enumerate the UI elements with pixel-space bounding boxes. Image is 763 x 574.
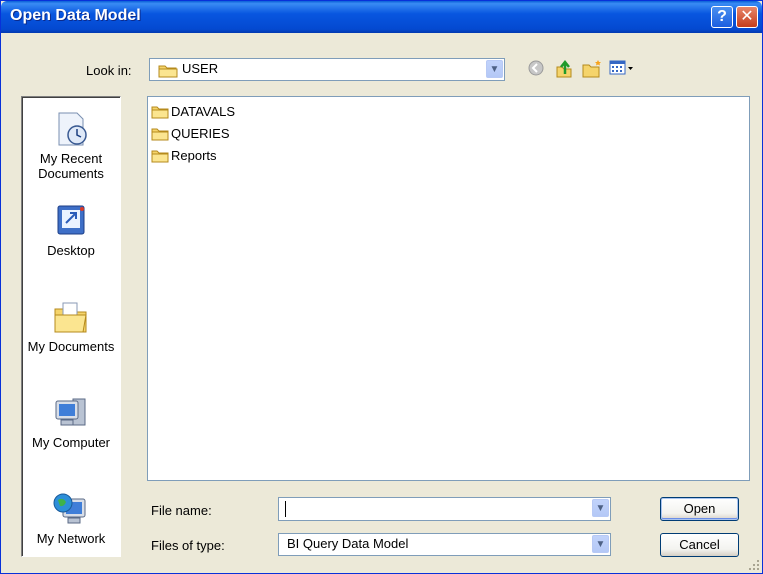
places-bar: My Recent Documents Desktop My Documents… bbox=[21, 96, 121, 557]
title-bar[interactable]: Open Data Model ? ✕ bbox=[1, 1, 762, 33]
my-network-icon bbox=[51, 489, 91, 529]
place-label: Desktop bbox=[47, 243, 95, 258]
list-item-reports[interactable]: Reports bbox=[151, 147, 217, 165]
window-title: Open Data Model bbox=[10, 7, 141, 24]
my-documents-icon bbox=[51, 297, 91, 337]
file-name-field[interactable]: ▼ bbox=[278, 497, 611, 521]
resize-grip-icon[interactable] bbox=[748, 559, 760, 571]
look-in-value: USER bbox=[182, 61, 219, 76]
new-folder-icon[interactable] bbox=[581, 59, 603, 81]
place-label: My Recent Documents bbox=[38, 151, 104, 181]
up-one-level-icon[interactable] bbox=[553, 59, 575, 81]
place-my-documents[interactable]: My Documents bbox=[22, 297, 120, 354]
file-name: QUERIES bbox=[171, 126, 230, 142]
folder-icon bbox=[151, 149, 169, 163]
list-item-datavals[interactable]: DATAVALS bbox=[151, 103, 235, 121]
files-of-type-dropdown[interactable]: BI Query Data Model ▼ bbox=[278, 533, 611, 556]
file-name-label: File name: bbox=[151, 503, 212, 518]
recent-documents-icon bbox=[51, 109, 91, 149]
place-desktop[interactable]: Desktop bbox=[22, 201, 120, 258]
file-list[interactable]: DATAVALS QUERIES Reports bbox=[147, 96, 750, 481]
place-my-network[interactable]: My Network bbox=[22, 489, 120, 546]
file-name: DATAVALS bbox=[171, 104, 236, 120]
folder-icon bbox=[151, 127, 169, 141]
help-button[interactable]: ? bbox=[711, 6, 733, 28]
place-label: My Documents bbox=[27, 339, 115, 354]
view-menu-icon[interactable] bbox=[609, 59, 635, 81]
files-of-type-label: Files of type: bbox=[151, 538, 225, 553]
desktop-icon bbox=[51, 201, 91, 241]
cancel-button[interactable]: Cancel bbox=[660, 533, 739, 557]
folder-icon bbox=[158, 63, 178, 81]
look-in-dropdown[interactable]: USER ▼ bbox=[149, 58, 505, 81]
place-label: My Network bbox=[36, 531, 106, 546]
folder-icon bbox=[151, 105, 169, 119]
place-my-recent-documents[interactable]: My Recent Documents bbox=[22, 109, 120, 181]
look-in-label: Look in: bbox=[86, 63, 132, 78]
back-icon[interactable] bbox=[525, 59, 547, 81]
place-my-computer[interactable]: My Computer bbox=[22, 393, 120, 450]
files-of-type-value: BI Query Data Model bbox=[287, 536, 409, 551]
open-button[interactable]: Open bbox=[660, 497, 739, 521]
place-label: My Computer bbox=[31, 435, 111, 450]
list-item-queries[interactable]: QUERIES bbox=[151, 125, 230, 143]
close-button[interactable]: ✕ bbox=[736, 6, 758, 28]
my-computer-icon bbox=[51, 393, 91, 433]
open-data-model-dialog: Open Data Model ? ✕ Look in: USER ▼ My R… bbox=[0, 0, 763, 574]
chevron-down-icon[interactable]: ▼ bbox=[486, 60, 503, 78]
chevron-down-icon[interactable]: ▼ bbox=[592, 535, 609, 553]
file-name: Reports bbox=[171, 148, 217, 164]
chevron-down-icon[interactable]: ▼ bbox=[592, 499, 609, 517]
text-caret bbox=[285, 501, 286, 517]
